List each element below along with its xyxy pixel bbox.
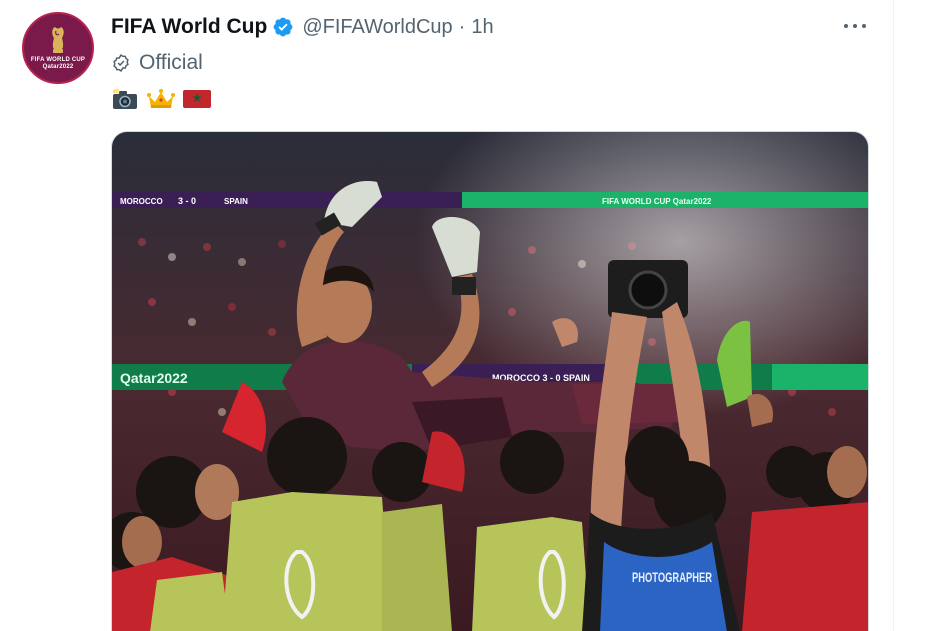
- separator-dot: ·: [458, 15, 466, 38]
- photo-illustration: MOROCCO 3 - 0 SPAIN FIFA WORLD CUP Qatar…: [112, 132, 868, 631]
- svg-text:MOROCCO: MOROCCO: [120, 197, 163, 206]
- tweet-photo[interactable]: MOROCCO 3 - 0 SPAIN FIFA WORLD CUP Qatar…: [111, 131, 869, 631]
- camera-with-flash-icon: [113, 88, 137, 109]
- official-badge-icon: [113, 54, 129, 72]
- svg-text:FIFA WORLD CUP Qatar2022: FIFA WORLD CUP Qatar2022: [602, 197, 712, 206]
- svg-text:PHOTOGRAPHER: PHOTOGRAPHER: [632, 569, 712, 585]
- official-label: Official: [111, 49, 203, 77]
- svg-text:SPAIN: SPAIN: [224, 197, 248, 206]
- trophy-icon: [52, 27, 64, 53]
- tweet-header: FIFA World Cup @FIFAWorldCup · 1h: [111, 12, 494, 42]
- avatar[interactable]: FIFA WORLD CUP Qatar2022: [22, 12, 94, 84]
- dot-icon: [844, 24, 848, 28]
- timeline-divider: [893, 0, 894, 631]
- morocco-flag-icon: [183, 90, 211, 108]
- official-text: Official: [139, 51, 203, 74]
- crown-icon: [147, 89, 175, 108]
- more-options-button[interactable]: [841, 16, 869, 36]
- avatar-logo-text: FIFA WORLD CUP Qatar2022: [30, 57, 86, 70]
- account-handle[interactable]: @FIFAWorldCup: [302, 16, 452, 39]
- tweet-text: [111, 87, 211, 111]
- dot-icon: [862, 24, 866, 28]
- timestamp[interactable]: 1h: [471, 16, 493, 39]
- verified-badge-icon[interactable]: [272, 16, 294, 38]
- display-name[interactable]: FIFA World Cup: [111, 15, 267, 39]
- dot-icon: [853, 24, 857, 28]
- svg-text:Qatar2022: Qatar2022: [120, 370, 188, 386]
- svg-text:3 - 0: 3 - 0: [178, 196, 196, 206]
